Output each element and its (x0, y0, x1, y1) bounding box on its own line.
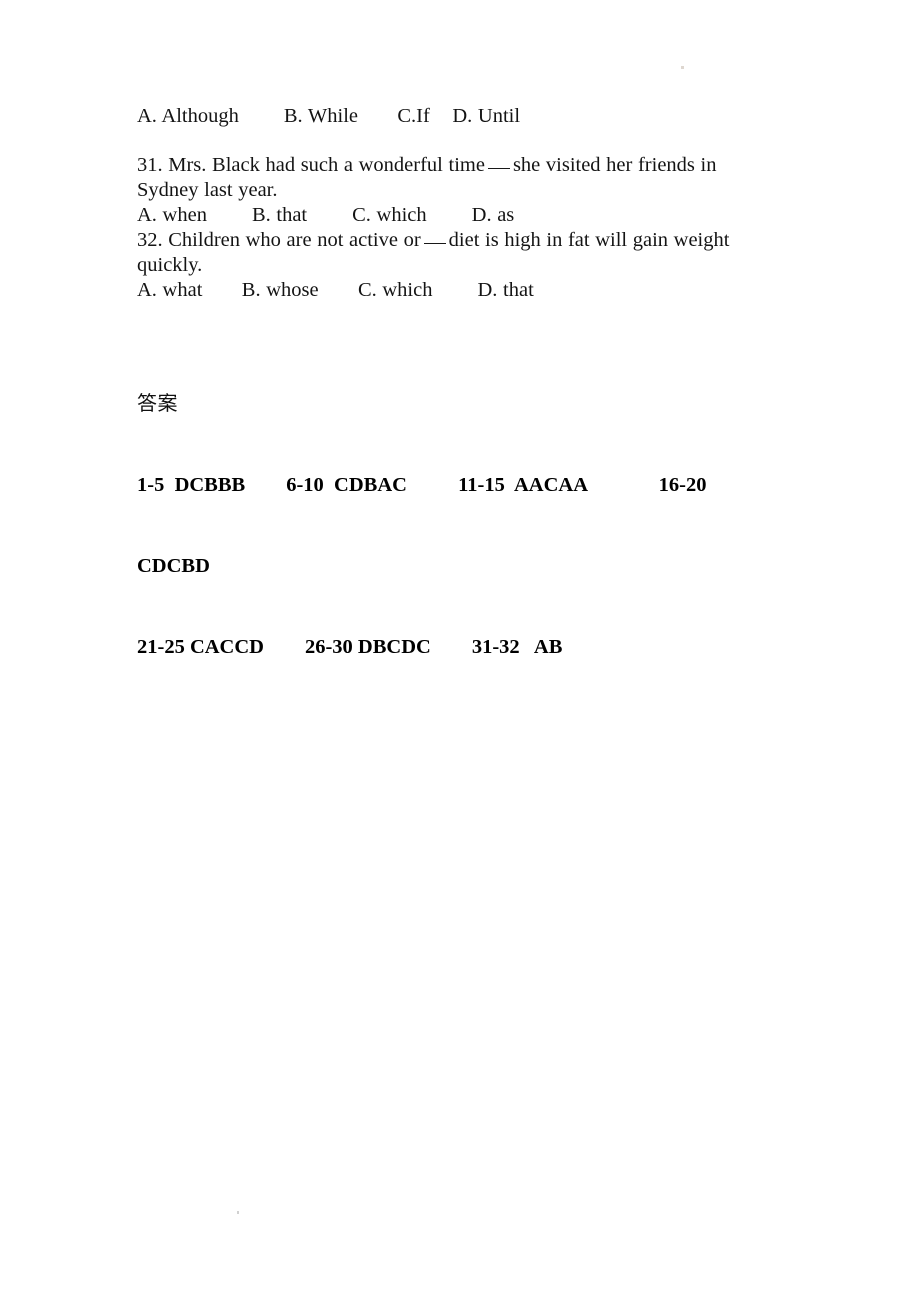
question-31-stem-line-2: Sydney last year. (137, 179, 278, 201)
question-content: A. Although B. While C.If D. Until 31. M… (137, 104, 837, 303)
question-32-options: A. what B. whose C. which D. that (137, 279, 534, 301)
answer-key-row: CDCBD (137, 555, 210, 577)
answer-key-section: 答案 1-5 DCBBB 6-10 CDBAC 11-15 AACAA 16-2… (137, 390, 837, 715)
question-32-block: 32. Children who are not active or diet i… (137, 228, 837, 303)
question-31-stem-text-after-blank: she visited her friends in (512, 154, 717, 176)
question-30-block: A. Although B. While C.If D. Until (137, 104, 837, 129)
question-31-stem-line-1: 31. Mrs. Black had such a wonderful time… (137, 153, 837, 178)
question-31-blank (487, 168, 510, 169)
question-32-stem-text-after-blank: diet is high in fat will gain weight (448, 229, 730, 251)
answer-key-title: 答案 (137, 391, 178, 415)
answer-key-row: 1-5 DCBBB 6-10 CDBAC 11-15 AACAA 16-20 (137, 474, 707, 496)
question-30-options: A. Although B. While C.If D. Until (137, 105, 521, 127)
scan-speck-bottom (237, 1211, 239, 1214)
scan-speck-top (681, 66, 684, 69)
question-32-blank (423, 243, 446, 244)
answer-key-body: 1-5 DCBBB 6-10 CDBAC 11-15 AACAA 16-20 C… (137, 418, 837, 715)
question-31-stem-text-before-blank: 31. Mrs. Black had such a wonderful time (137, 154, 485, 176)
question-32-stem-line-1: 32. Children who are not active or diet i… (137, 228, 837, 253)
answer-key-row: 21-25 CACCD 26-30 DBCDC 31-32 AB (137, 636, 563, 658)
question-31-block: 31. Mrs. Black had such a wonderful time… (137, 153, 837, 228)
document-page: A. Although B. While C.If D. Until 31. M… (0, 0, 920, 1302)
question-32-stem-text-before-blank: 32. Children who are not active or (137, 229, 421, 251)
question-32-stem-line-2: quickly. (137, 254, 203, 276)
question-31-options: A. when B. that C. which D. as (137, 204, 515, 226)
